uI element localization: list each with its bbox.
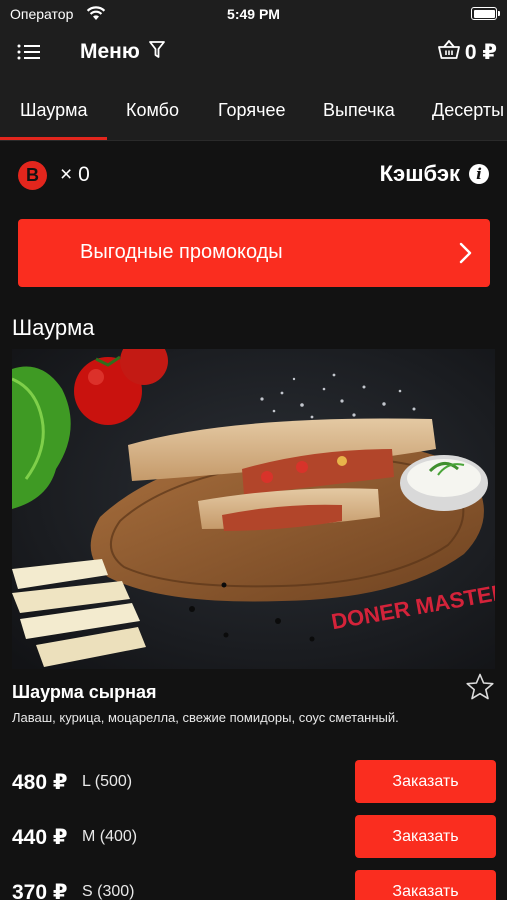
price-value: 370 ₽ bbox=[12, 881, 68, 900]
tab-combo[interactable]: Комбо bbox=[126, 100, 179, 121]
bonus-count: × 0 bbox=[60, 163, 90, 186]
order-button[interactable]: Заказать bbox=[355, 815, 496, 858]
product-image[interactable]: DONER MASTER bbox=[12, 349, 495, 669]
price-value: 480 ₽ bbox=[12, 771, 68, 794]
info-icon[interactable]: i bbox=[469, 164, 489, 184]
cart-total[interactable]: 0 ₽ bbox=[465, 40, 497, 65]
size-label: M (400) bbox=[82, 828, 138, 845]
battery-icon bbox=[471, 7, 500, 20]
price-row: 480 ₽ L (500) Заказать bbox=[0, 760, 507, 804]
order-button[interactable]: Заказать bbox=[355, 870, 496, 900]
product-name: Шаурма сырная bbox=[12, 682, 157, 702]
cashback-label: Кэшбэк bbox=[379, 161, 460, 186]
screen: Оператор 5:49 PM Меню 0 ₽ Шаурма Комбо Г… bbox=[0, 0, 507, 900]
size-label: L (500) bbox=[82, 773, 133, 790]
tab-hot[interactable]: Горячее bbox=[218, 100, 286, 121]
product-description: Лаваш, курица, моцарелла, свежие помидор… bbox=[12, 710, 399, 725]
bonus-coin-icon: B bbox=[18, 161, 47, 190]
promo-codes-button[interactable]: Выгодные промокоды bbox=[18, 219, 490, 287]
filter-icon[interactable] bbox=[148, 40, 166, 60]
price-row: 440 ₽ M (400) Заказать bbox=[0, 815, 507, 859]
price-value: 440 ₽ bbox=[12, 826, 68, 849]
tab-bakery[interactable]: Выпечка bbox=[323, 100, 395, 121]
cashback-row: B × 0 Кэшбэк i bbox=[0, 140, 507, 207]
nav-bar: Меню 0 ₽ bbox=[0, 28, 507, 78]
size-label: S (300) bbox=[82, 883, 135, 900]
category-tabs: Шаурма Комбо Горячее Выпечка Десерты bbox=[0, 78, 507, 140]
status-bar: Оператор 5:49 PM bbox=[0, 0, 507, 28]
star-icon[interactable] bbox=[465, 672, 495, 702]
promo-codes-label: Выгодные промокоды bbox=[80, 241, 283, 263]
order-button[interactable]: Заказать bbox=[355, 760, 496, 803]
tab-shawarma[interactable]: Шаурма bbox=[20, 100, 88, 121]
basket-icon[interactable] bbox=[437, 38, 461, 62]
status-time: 5:49 PM bbox=[227, 6, 280, 22]
section-title: Шаурма bbox=[12, 315, 95, 340]
tab-desserts[interactable]: Десерты bbox=[432, 100, 504, 121]
nav-title: Меню bbox=[80, 40, 140, 63]
price-row: 370 ₽ S (300) Заказать bbox=[0, 870, 507, 900]
menu-list-icon[interactable] bbox=[16, 40, 42, 64]
chevron-right-icon bbox=[459, 242, 472, 264]
